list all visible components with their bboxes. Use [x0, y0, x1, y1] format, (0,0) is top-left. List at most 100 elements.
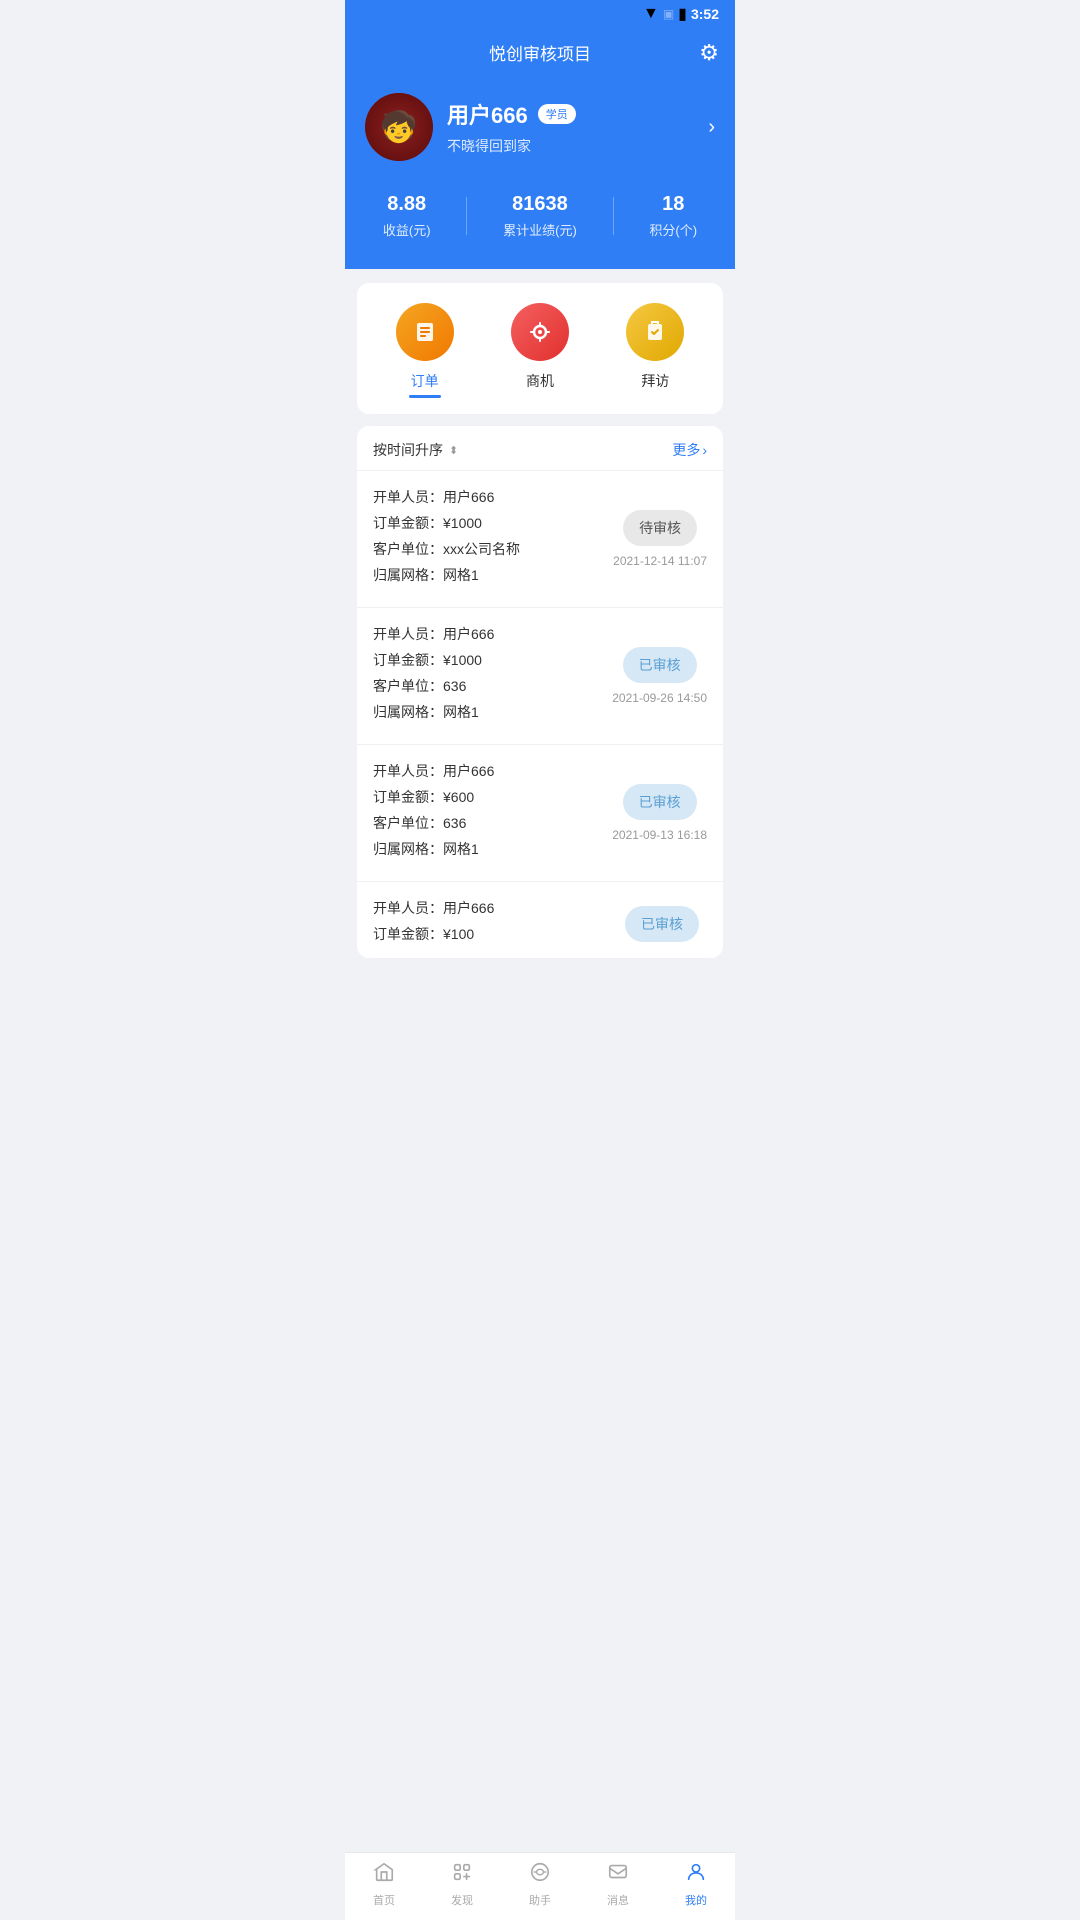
- order-network-2: 归属网格：网格1: [373, 702, 600, 723]
- tab-visit-label: 拜访: [641, 371, 669, 391]
- tab-opportunity-label: 商机: [526, 371, 554, 391]
- sort-control[interactable]: 按时间升序 ⬍: [373, 440, 458, 460]
- order-info-2: 开单人员：用户666 订单金额：¥1000 客户单位：636 归属网格：网格1: [373, 624, 600, 728]
- profile-name: 用户666: [447, 98, 528, 130]
- stat-divider-1: [466, 197, 467, 235]
- profile-info: 用户666 学员 不晓得回到家: [447, 98, 694, 156]
- status-time: 3:52: [691, 6, 719, 22]
- nav-item-home[interactable]: 首页: [354, 1861, 414, 1908]
- tab-order-label: 订单: [411, 371, 439, 391]
- assistant-icon: [529, 1861, 551, 1889]
- nav-item-assistant[interactable]: 助手: [510, 1861, 570, 1908]
- nav-home-label: 首页: [373, 1892, 395, 1908]
- profile-badge: 学员: [538, 104, 576, 124]
- battery-icon: ▮: [678, 4, 687, 24]
- profile-row: 🧒 用户666 学员 不晓得回到家 ›: [365, 93, 715, 161]
- tab-item-order[interactable]: 订单: [396, 303, 454, 398]
- nav-item-profile[interactable]: 我的: [666, 1861, 726, 1908]
- order-client-2: 客户单位：636: [373, 676, 600, 697]
- order-status-btn-2[interactable]: 已审核: [623, 647, 697, 683]
- opportunity-icon: [511, 303, 569, 361]
- profile-section: 🧒 用户666 学员 不晓得回到家 › 8.88 收益(元) 81638 累计业…: [345, 77, 735, 269]
- nav-item-message[interactable]: 消息: [588, 1861, 648, 1908]
- order-item-3[interactable]: 开单人员：用户666 订单金额：¥600 客户单位：636 归属网格：网格1 已…: [357, 745, 723, 882]
- stat-performance-value: 81638: [512, 193, 568, 216]
- order-amount-1: 订单金额：¥1000: [373, 513, 601, 534]
- nav-item-discover[interactable]: 发现: [432, 1861, 492, 1908]
- tab-card: 订单 商机: [357, 283, 723, 414]
- stat-performance: 81638 累计业绩(元): [503, 193, 577, 239]
- sort-label: 按时间升序: [373, 440, 443, 460]
- order-network-3: 归属网格：网格1: [373, 839, 600, 860]
- discover-icon: [451, 1861, 473, 1889]
- stat-divider-2: [613, 197, 614, 235]
- order-item-4[interactable]: 开单人员：用户666 订单金额：¥100 已审核: [357, 882, 723, 958]
- order-amount-2: 订单金额：¥1000: [373, 650, 600, 671]
- nav-profile-label: 我的: [685, 1892, 707, 1908]
- status-bar: ▼ ▣ ▮ 3:52: [345, 0, 735, 28]
- profile-subtitle: 不晓得回到家: [447, 138, 531, 154]
- sort-icon: ⬍: [449, 444, 458, 457]
- visit-icon: [626, 303, 684, 361]
- order-list-card: 按时间升序 ⬍ 更多 › 开单人员：用户666 订单金额：¥1000 客户单位：…: [357, 426, 723, 958]
- order-opener-2: 开单人员：用户666: [373, 624, 600, 645]
- avatar-image: 🧒: [365, 93, 433, 161]
- message-icon: [607, 1861, 629, 1889]
- stat-performance-label: 累计业绩(元): [503, 220, 577, 239]
- wifi-icon: ▼: [643, 5, 659, 23]
- nav-assistant-label: 助手: [529, 1892, 551, 1908]
- home-icon: [373, 1861, 395, 1889]
- profile-arrow-icon[interactable]: ›: [708, 116, 715, 139]
- more-label: 更多: [672, 440, 700, 460]
- header-title: 悦创审核项目: [489, 40, 591, 65]
- order-amount-4: 订单金额：¥100: [373, 924, 605, 945]
- gear-icon[interactable]: ⚙: [699, 40, 719, 66]
- order-network-1: 归属网格：网格1: [373, 565, 601, 586]
- order-opener-4: 开单人员：用户666: [373, 898, 605, 919]
- order-right-3: 已审核 2021-09-13 16:18: [612, 784, 707, 842]
- more-button[interactable]: 更多 ›: [672, 440, 707, 460]
- order-opener-1: 开单人员：用户666: [373, 487, 601, 508]
- order-right-4: 已审核: [617, 906, 707, 942]
- signal-icon: ▣: [663, 7, 674, 21]
- tab-order-underline: [409, 395, 441, 398]
- order-amount-3: 订单金额：¥600: [373, 787, 600, 808]
- stats-row: 8.88 收益(元) 81638 累计业绩(元) 18 积分(个): [365, 183, 715, 239]
- stat-points-value: 18: [662, 193, 684, 216]
- order-info-4: 开单人员：用户666 订单金额：¥100: [373, 898, 605, 950]
- order-item-2[interactable]: 开单人员：用户666 订单金额：¥1000 客户单位：636 归属网格：网格1 …: [357, 608, 723, 745]
- tab-item-opportunity[interactable]: 商机: [511, 303, 569, 398]
- app-header: 悦创审核项目 ⚙: [345, 28, 735, 77]
- order-info-3: 开单人员：用户666 订单金额：¥600 客户单位：636 归属网格：网格1: [373, 761, 600, 865]
- stat-points-label: 积分(个): [649, 220, 697, 239]
- stat-revenue: 8.88 收益(元): [383, 193, 431, 239]
- avatar: 🧒: [365, 93, 433, 161]
- order-info-1: 开单人员：用户666 订单金额：¥1000 客户单位：xxx公司名称 归属网格：…: [373, 487, 601, 591]
- content-area: 订单 商机: [345, 269, 735, 1044]
- order-date-1: 2021-12-14 11:07: [613, 554, 707, 568]
- order-status-btn-4[interactable]: 已审核: [625, 906, 699, 942]
- order-status-btn-3[interactable]: 已审核: [623, 784, 697, 820]
- profile-name-row: 用户666 学员: [447, 98, 694, 130]
- order-icon: [396, 303, 454, 361]
- nav-message-label: 消息: [607, 1892, 629, 1908]
- order-date-2: 2021-09-26 14:50: [612, 691, 707, 705]
- order-opener-3: 开单人员：用户666: [373, 761, 600, 782]
- order-status-btn-1[interactable]: 待审核: [623, 510, 697, 546]
- bottom-spacer: [357, 970, 723, 1030]
- order-right-2: 已审核 2021-09-26 14:50: [612, 647, 707, 705]
- order-client-3: 客户单位：636: [373, 813, 600, 834]
- nav-discover-label: 发现: [451, 1892, 473, 1908]
- order-right-1: 待审核 2021-12-14 11:07: [613, 510, 707, 568]
- tab-item-visit[interactable]: 拜访: [626, 303, 684, 398]
- status-icons: ▼ ▣ ▮ 3:52: [643, 4, 719, 24]
- order-item-1[interactable]: 开单人员：用户666 订单金额：¥1000 客户单位：xxx公司名称 归属网格：…: [357, 471, 723, 608]
- profile-nav-icon: [685, 1861, 707, 1889]
- bottom-nav: 首页 发现 助手: [345, 1852, 735, 1920]
- more-arrow-icon: ›: [702, 442, 707, 458]
- stat-revenue-value: 8.88: [387, 193, 426, 216]
- order-date-3: 2021-09-13 16:18: [612, 828, 707, 842]
- stat-revenue-label: 收益(元): [383, 220, 431, 239]
- list-header: 按时间升序 ⬍ 更多 ›: [357, 426, 723, 471]
- order-client-1: 客户单位：xxx公司名称: [373, 539, 601, 560]
